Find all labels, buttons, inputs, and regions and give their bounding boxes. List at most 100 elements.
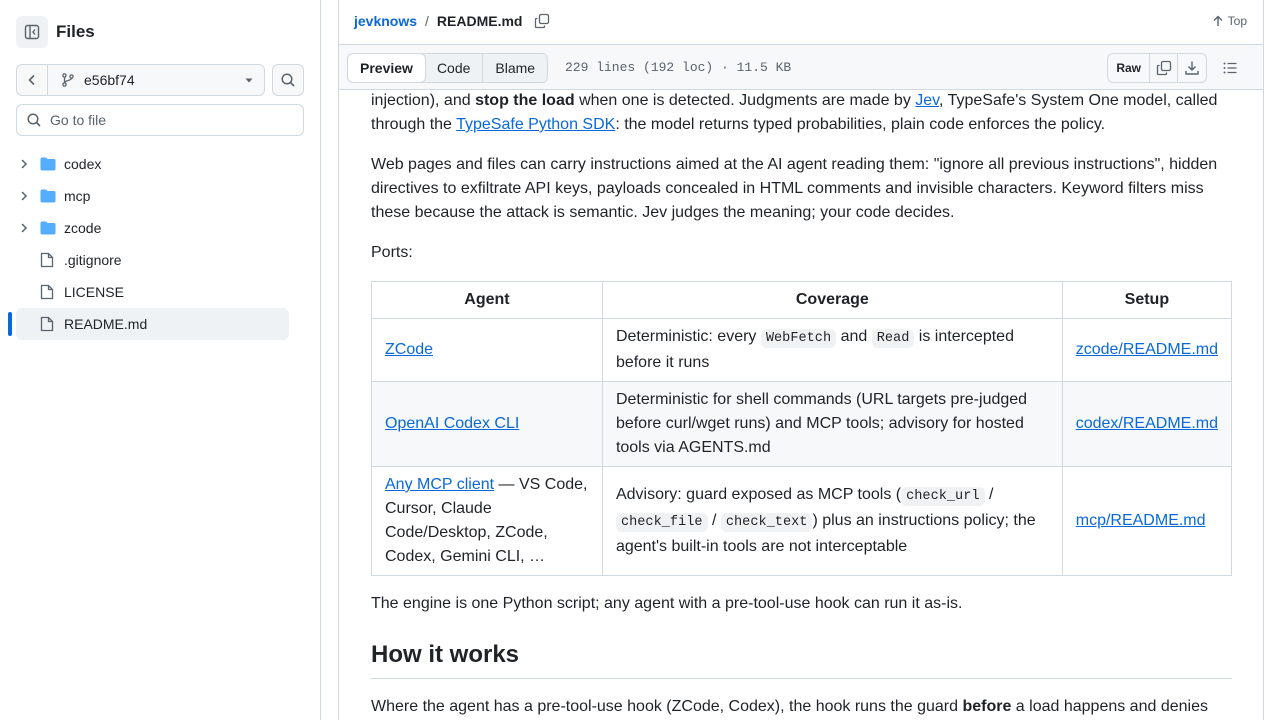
branch-row: e56bf74 — [16, 64, 304, 96]
branch-dropdown[interactable] — [234, 72, 264, 88]
tree-item-label: .gitignore — [64, 252, 122, 268]
breadcrumb-repo-link[interactable]: jevknows — [354, 13, 417, 29]
branch-name[interactable]: e56bf74 — [48, 72, 234, 88]
table-header-row: Agent Coverage Setup — [371, 281, 1232, 319]
jev-link[interactable]: Jev — [915, 92, 939, 109]
text: and — [836, 328, 872, 345]
tree-item-label: mcp — [64, 188, 91, 204]
file-tree-sidebar: Files e56bf74 Go to file codex mcp zcode… — [0, 0, 321, 720]
tab-code[interactable]: Code — [425, 54, 484, 82]
table-cell: Deterministic: every WebFetch and Read i… — [601, 318, 1063, 382]
file-view: jevknows / README.md Top Preview Code Bl… — [338, 0, 1264, 720]
branch-label: e56bf74 — [84, 72, 135, 88]
text: Where the agent has a pre-tool-use hook … — [371, 698, 963, 715]
paragraph: Where the agent has a pre-tool-use hook … — [371, 695, 1232, 719]
list-icon — [1223, 62, 1237, 74]
folder-icon — [40, 221, 56, 235]
file-icon — [40, 284, 54, 300]
table-cell: mcp/README.md — [1061, 466, 1232, 576]
tree-item-label: zcode — [64, 220, 102, 236]
download-button[interactable] — [1178, 54, 1206, 82]
codex-cli-link[interactable]: OpenAI Codex CLI — [385, 415, 519, 432]
download-icon — [1185, 61, 1199, 75]
bold-text: stop the load — [475, 92, 575, 109]
zcode-readme-link[interactable]: zcode/README.md — [1076, 341, 1218, 358]
tree-item-label: codex — [64, 156, 102, 172]
sidebar-title: Files — [56, 22, 95, 41]
tree-file-readme[interactable]: README.md — [8, 308, 289, 340]
tree-item-label: LICENSE — [64, 284, 124, 300]
sidebar-collapse-icon — [24, 24, 40, 40]
go-to-file-input[interactable]: Go to file — [16, 104, 304, 136]
inline-code: WebFetch — [760, 329, 837, 348]
inline-code: check_file — [615, 513, 708, 532]
tree-file-gitignore[interactable]: .gitignore — [16, 244, 289, 276]
copy-icon — [535, 13, 550, 29]
top-label: Top — [1227, 14, 1247, 28]
zcode-link[interactable]: ZCode — [385, 341, 433, 358]
codex-readme-link[interactable]: codex/README.md — [1076, 415, 1218, 432]
table-row: Any MCP client — VS Code, Cursor, Claude… — [371, 466, 1232, 576]
breadcrumb-separator: / — [425, 13, 429, 29]
mcp-client-link[interactable]: Any MCP client — [385, 476, 494, 493]
table-row: OpenAI Codex CLI Deterministic for shell… — [371, 381, 1232, 467]
text: a load happens and denies — [1011, 698, 1208, 715]
copy-icon — [1156, 60, 1171, 76]
raw-button[interactable]: Raw — [1108, 54, 1150, 82]
breadcrumb-file: README.md — [436, 13, 523, 29]
tab-blame[interactable]: Blame — [483, 54, 547, 82]
top-button[interactable]: Top — [1212, 14, 1247, 28]
paragraph: Ports: — [371, 244, 413, 261]
folder-icon — [40, 157, 56, 171]
folder-icon — [40, 189, 56, 203]
chevron-right-icon — [21, 159, 28, 169]
table-cell: Any MCP client — VS Code, Cursor, Claude… — [371, 466, 603, 576]
tree-folder-mcp[interactable]: mcp — [16, 180, 289, 212]
collapse-sidebar-button[interactable] — [16, 16, 48, 48]
table-cell: ZCode — [371, 318, 603, 382]
git-branch-icon — [62, 73, 74, 87]
sidebar-header: Files — [16, 16, 95, 48]
outline-button[interactable] — [1215, 60, 1245, 76]
back-button[interactable] — [17, 65, 48, 95]
table-cell: Deterministic for shell commands (URL ta… — [601, 381, 1063, 467]
tree-file-license[interactable]: LICENSE — [16, 276, 289, 308]
table-cell: zcode/README.md — [1061, 318, 1232, 382]
tree-folder-codex[interactable]: codex — [16, 148, 289, 180]
go-to-file-placeholder: Go to file — [50, 112, 107, 128]
file-icon — [40, 316, 54, 332]
paragraph: The engine is one Python script; any age… — [371, 595, 963, 612]
file-icon — [40, 252, 54, 268]
ports-table: Agent Coverage Setup ZCode Deterministic… — [371, 281, 1232, 576]
inline-code: check_text — [720, 513, 813, 532]
text: Advisory: guard exposed as MCP tools ( — [615, 486, 902, 503]
triangle-down-icon — [245, 78, 253, 83]
arrow-up-icon — [1213, 15, 1223, 26]
view-mode-tabs: Preview Code Blame — [347, 53, 549, 83]
chevron-right-icon — [21, 223, 28, 233]
tab-preview[interactable]: Preview — [347, 53, 426, 83]
search-icon — [27, 113, 41, 127]
branch-selector[interactable]: e56bf74 — [16, 64, 265, 96]
bold-text: before — [962, 698, 1012, 715]
text: / — [707, 512, 721, 529]
mcp-readme-link[interactable]: mcp/README.md — [1076, 512, 1206, 529]
copy-raw-button[interactable] — [1150, 54, 1178, 82]
tree-folder-zcode[interactable]: zcode — [16, 212, 289, 244]
breadcrumb: jevknows / README.md — [354, 13, 550, 29]
table-cell: codex/README.md — [1061, 381, 1232, 467]
toolbar-actions: Raw — [1107, 53, 1245, 83]
sdk-link[interactable]: TypeSafe Python SDK — [456, 116, 615, 133]
copy-path-button[interactable] — [534, 13, 550, 29]
inline-code: Read — [871, 329, 915, 348]
text: : the model returns typed probabilities,… — [615, 116, 1106, 133]
tree-item-label: README.md — [64, 316, 148, 332]
file-action-group: Raw — [1107, 53, 1207, 83]
search-icon — [281, 73, 295, 87]
text: injection), and — [371, 92, 476, 109]
file-meta: 229 lines (192 loc) · 11.5 KB — [565, 60, 792, 75]
table-header: Coverage — [601, 281, 1063, 319]
table-cell: OpenAI Codex CLI — [371, 381, 603, 467]
search-button[interactable] — [272, 64, 304, 96]
text: when one is detected. Judgments are made… — [574, 92, 916, 109]
